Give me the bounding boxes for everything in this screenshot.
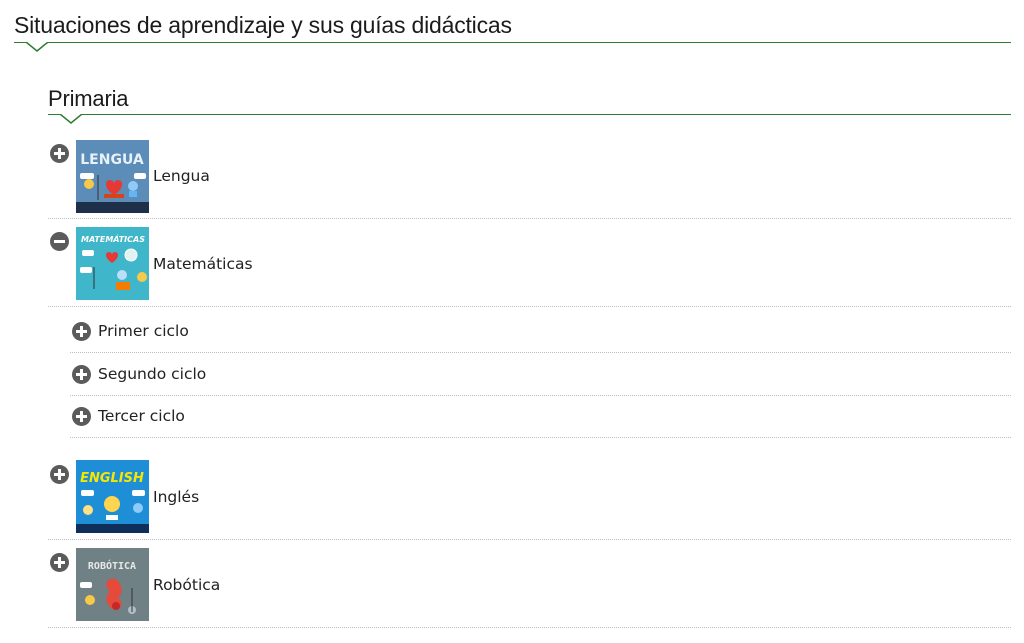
plus-icon[interactable] bbox=[72, 407, 91, 426]
cycle-label[interactable]: Segundo ciclo bbox=[98, 365, 206, 383]
ingles-thumbnail-text: ENGLISH bbox=[80, 471, 144, 486]
lengua-thumbnail[interactable]: LENGUA bbox=[76, 140, 149, 213]
subject-item-matematicas[interactable]: MATEMÁTICAS Matemáticas bbox=[48, 219, 1011, 307]
page-title-rule bbox=[14, 42, 1011, 43]
plus-icon[interactable] bbox=[50, 553, 69, 572]
cycle-item-tercer[interactable]: Tercer ciclo bbox=[70, 395, 1011, 438]
cycle-label[interactable]: Primer ciclo bbox=[98, 322, 189, 340]
cycle-item-segundo[interactable]: Segundo ciclo bbox=[70, 353, 1011, 396]
lengua-thumbnail-text: LENGUA bbox=[80, 152, 144, 168]
subject-item-ingles[interactable]: ENGLISH Inglés bbox=[48, 452, 1011, 540]
plus-icon[interactable] bbox=[72, 365, 91, 384]
robotica-thumbnail-text: ROBÓTICA bbox=[88, 559, 136, 572]
subject-label[interactable]: Matemáticas bbox=[153, 255, 253, 273]
subject-item-robotica[interactable]: ROBÓTICA Robótica bbox=[48, 540, 1011, 628]
page-title: Situaciones de aprendizaje y sus guías d… bbox=[14, 12, 512, 38]
minus-icon[interactable] bbox=[50, 232, 69, 251]
section-title-notch bbox=[60, 114, 82, 124]
matematicas-thumbnail-text: MATEMÁTICAS bbox=[81, 233, 145, 244]
section-title-rule bbox=[48, 114, 1011, 115]
robotica-thumbnail[interactable]: ROBÓTICA bbox=[76, 548, 149, 621]
plus-icon[interactable] bbox=[50, 465, 69, 484]
matematicas-thumbnail[interactable]: MATEMÁTICAS bbox=[76, 227, 149, 300]
subject-item-lengua[interactable]: LENGUA Lengua bbox=[48, 131, 1011, 219]
page-title-notch bbox=[26, 42, 48, 52]
ingles-thumbnail[interactable]: ENGLISH bbox=[76, 460, 149, 533]
subject-label[interactable]: Lengua bbox=[153, 167, 210, 185]
cycle-label[interactable]: Tercer ciclo bbox=[98, 407, 185, 425]
plus-icon[interactable] bbox=[72, 322, 91, 341]
subject-label[interactable]: Robótica bbox=[153, 576, 220, 594]
plus-icon[interactable] bbox=[50, 144, 69, 163]
cycle-item-primer[interactable]: Primer ciclo bbox=[70, 310, 1011, 353]
section-title: Primaria bbox=[48, 86, 129, 111]
subject-label[interactable]: Inglés bbox=[153, 488, 199, 506]
